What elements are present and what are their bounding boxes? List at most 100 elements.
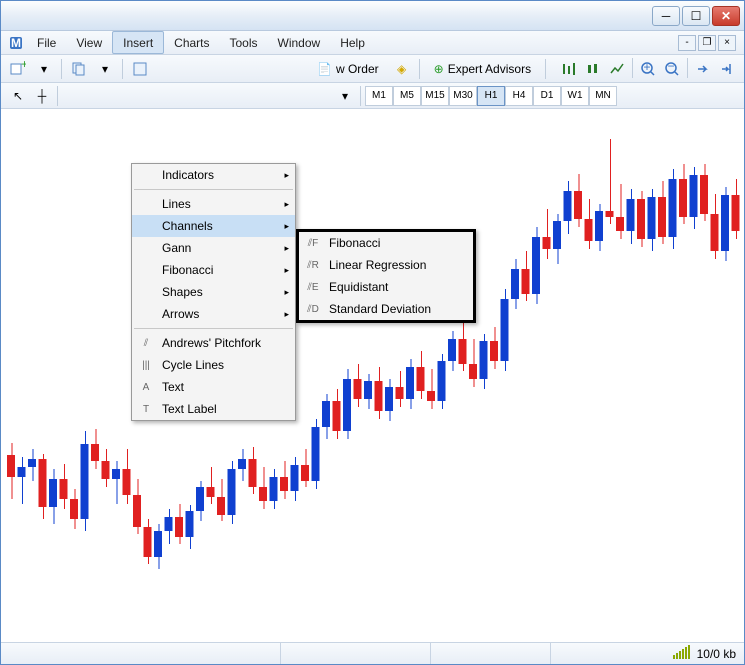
menu-item-shapes[interactable]: Shapes ▸ — [132, 281, 295, 303]
mdi-restore-button[interactable]: ❐ — [698, 35, 716, 51]
menu-item-channels[interactable]: Channels ▸ — [132, 215, 295, 237]
toolbar-drawing: ↖ ┼ ▾ M1M5M15M30H1H4D1W1MN — [1, 83, 744, 109]
menu-item-icon: ||| — [138, 360, 154, 371]
submenu-item-fibonacci[interactable]: ⫽F Fibonacci — [299, 232, 473, 254]
menu-tools[interactable]: Tools — [220, 31, 268, 54]
timeframe-w1[interactable]: W1 — [561, 86, 589, 106]
menu-item-label: Text — [162, 380, 184, 394]
timeframe-h1[interactable]: H1 — [477, 86, 505, 106]
zoom-in-icon[interactable]: + — [637, 58, 659, 80]
submenu-item-icon: ⫽D — [305, 304, 321, 315]
dropdown-arrow-icon[interactable]: ▾ — [33, 58, 55, 80]
dropdown-arrow-icon[interactable]: ▾ — [94, 58, 116, 80]
menu-item-label: Cycle Lines — [162, 358, 224, 372]
dropdown-arrow-icon[interactable]: ▾ — [334, 85, 356, 107]
submenu-arrow-icon: ▸ — [284, 265, 289, 276]
menu-view[interactable]: View — [66, 31, 112, 54]
submenu-arrow-icon: ▸ — [284, 243, 289, 254]
new-order-label: w Order — [336, 62, 379, 76]
candlestick-chart-icon[interactable] — [582, 58, 604, 80]
new-chart-icon[interactable]: + — [7, 58, 29, 80]
menu-insert[interactable]: Insert — [112, 31, 164, 54]
menu-item-icon: ⫽ — [138, 338, 154, 349]
cursor-icon[interactable]: ↖ — [7, 85, 29, 107]
chart-area[interactable]: Indicators▸Lines▸Channels▸Gann▸Fibonacci… — [1, 109, 744, 642]
menu-item-text[interactable]: A Text — [132, 376, 295, 398]
profiles-icon[interactable] — [68, 58, 90, 80]
statusbar: 10/0 kb — [1, 642, 744, 664]
menu-item-label: Andrews' Pitchfork — [162, 336, 261, 350]
svg-text:+: + — [21, 61, 26, 71]
menu-item-gann[interactable]: Gann▸ — [132, 237, 295, 259]
menu-item-label: Indicators — [162, 168, 214, 182]
chart-shift-icon[interactable] — [716, 58, 738, 80]
timeframe-m15[interactable]: M15 — [421, 86, 449, 106]
menu-item-icon: T — [138, 404, 154, 415]
expert-advisors-icon: ⊕ — [434, 62, 444, 76]
menu-item-icon: A — [138, 382, 154, 393]
submenu-item-icon: ⫽E — [305, 282, 321, 293]
expert-advisors-button[interactable]: ⊕ Expert Advisors — [426, 58, 539, 80]
menu-item-label: Fibonacci — [162, 263, 213, 277]
menu-item-label: Shapes — [162, 285, 203, 299]
menu-item-fibonacci[interactable]: Fibonacci ▸ — [132, 259, 295, 281]
channels-submenu: ⫽F Fibonacci ⫽R Linear Regression ⫽E Equidist… — [296, 229, 476, 323]
menu-help[interactable]: Help — [330, 31, 375, 54]
mdi-close-button[interactable]: × — [718, 35, 736, 51]
connection-status: 10/0 kb — [697, 647, 736, 661]
submenu-item-standard-deviation[interactable]: ⫽D Standard Deviation — [299, 298, 473, 320]
minimize-button[interactable]: ─ — [652, 6, 680, 26]
app-logo-icon: M — [5, 31, 27, 54]
toolbar-main: + ▾ ▾ 📄 w Order ◈ ⊕ Expert Advisors + − — [1, 55, 744, 83]
expert-advisors-label: Expert Advisors — [448, 62, 531, 76]
menu-window[interactable]: Window — [268, 31, 331, 54]
submenu-arrow-icon: ▸ — [284, 221, 289, 232]
new-order-icon: 📄 — [317, 62, 332, 76]
line-chart-icon[interactable] — [606, 58, 628, 80]
submenu-item-icon: ⫽F — [305, 238, 321, 249]
menu-item-label: Lines — [162, 197, 191, 211]
menu-item-label: Text Label — [162, 402, 217, 416]
menu-charts[interactable]: Charts — [164, 31, 219, 54]
autotrading-icon[interactable]: ◈ — [391, 58, 413, 80]
timeframe-m1[interactable]: M1 — [365, 86, 393, 106]
svg-text:M: M — [11, 36, 21, 50]
menu-item-arrows[interactable]: Arrows▸ — [132, 303, 295, 325]
menu-item-label: Channels — [162, 219, 213, 233]
maximize-button[interactable]: ☐ — [682, 6, 710, 26]
connection-bars-icon — [673, 645, 691, 662]
zoom-out-icon[interactable]: − — [661, 58, 683, 80]
auto-scroll-icon[interactable] — [692, 58, 714, 80]
menu-item-lines[interactable]: Lines▸ — [132, 193, 295, 215]
submenu-item-label: Equidistant — [329, 280, 388, 294]
submenu-item-linear-regression[interactable]: ⫽R Linear Regression — [299, 254, 473, 276]
app-window: ─ ☐ ✕ M FileViewInsertChartsToolsWindowH… — [0, 0, 745, 665]
menu-item-text-label[interactable]: T Text Label — [132, 398, 295, 420]
insert-menu-dropdown: Indicators▸Lines▸Channels▸Gann▸Fibonacci… — [131, 163, 296, 421]
submenu-item-icon: ⫽R — [305, 260, 321, 271]
submenu-arrow-icon: ▸ — [284, 287, 289, 298]
timeframe-h4[interactable]: H4 — [505, 86, 533, 106]
menubar: M FileViewInsertChartsToolsWindowHelp - … — [1, 31, 744, 55]
menu-item-cycle-lines[interactable]: ||| Cycle Lines — [132, 354, 295, 376]
submenu-item-equidistant[interactable]: ⫽E Equidistant — [299, 276, 473, 298]
timeframe-mn[interactable]: MN — [589, 86, 617, 106]
timeframe-d1[interactable]: D1 — [533, 86, 561, 106]
new-order-button[interactable]: 📄 w Order — [309, 58, 387, 80]
market-watch-icon[interactable] — [129, 58, 151, 80]
mdi-minimize-button[interactable]: - — [678, 35, 696, 51]
crosshair-icon[interactable]: ┼ — [31, 85, 53, 107]
timeframe-m30[interactable]: M30 — [449, 86, 477, 106]
menu-file[interactable]: File — [27, 31, 66, 54]
bar-chart-icon[interactable] — [558, 58, 580, 80]
svg-text:+: + — [643, 61, 650, 74]
submenu-arrow-icon: ▸ — [284, 170, 289, 181]
timeframe-m5[interactable]: M5 — [393, 86, 421, 106]
menu-item-andrews-pitchfork[interactable]: ⫽ Andrews' Pitchfork — [132, 332, 295, 354]
submenu-item-label: Fibonacci — [329, 236, 380, 250]
submenu-item-label: Linear Regression — [329, 258, 426, 272]
menu-item-indicators[interactable]: Indicators ▸ — [132, 164, 295, 186]
titlebar: ─ ☐ ✕ — [1, 1, 744, 31]
submenu-item-label: Standard Deviation — [329, 302, 431, 316]
close-button[interactable]: ✕ — [712, 6, 740, 26]
